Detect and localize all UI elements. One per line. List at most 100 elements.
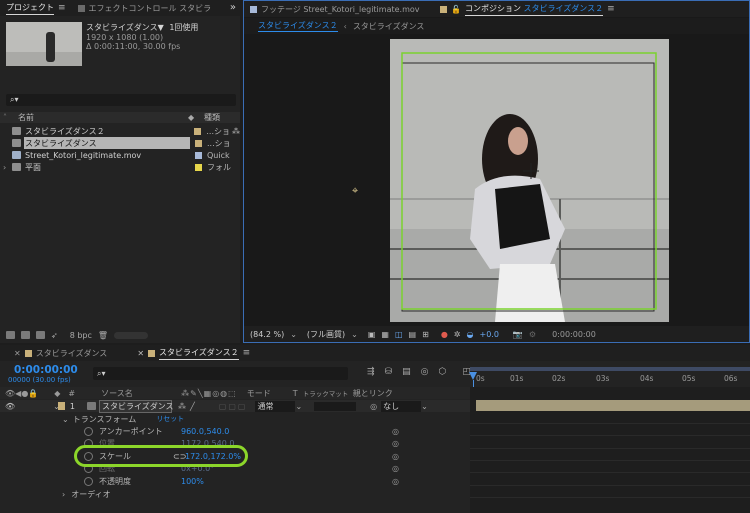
- column-name-header[interactable]: 名前: [18, 112, 188, 123]
- expand-arrow-icon[interactable]: ⌄: [62, 415, 69, 424]
- zoom-dropdown[interactable]: (84.2 %): [250, 330, 284, 339]
- chevron-down-icon[interactable]: ⌄: [351, 330, 358, 339]
- mask-visibility-icon[interactable]: ◫: [395, 330, 403, 339]
- close-icon[interactable]: ✕: [137, 349, 144, 358]
- composition-canvas[interactable]: [390, 39, 669, 322]
- trash-icon[interactable]: 🗑: [98, 331, 108, 340]
- frame-blending-icon[interactable]: ▤: [402, 367, 411, 377]
- panel-menu-icon[interactable]: ≡: [243, 348, 251, 358]
- pickwhip-icon[interactable]: ◎: [392, 427, 399, 436]
- breadcrumb-parent[interactable]: スタビライズダンス: [353, 21, 425, 32]
- trackmatte-dropdown[interactable]: [314, 401, 357, 411]
- column-type-header[interactable]: 種類: [204, 112, 220, 123]
- transparency-grid-icon[interactable]: ▦: [381, 330, 389, 339]
- transform-group-row[interactable]: ⌄ トランスフォーム リセット: [0, 413, 470, 425]
- video-switch-icon[interactable]: 👁: [5, 389, 15, 398]
- draft-3d-icon[interactable]: ⇶: [367, 367, 375, 377]
- layer-row[interactable]: 👁 ⌄ 1 スタビライズダンス ⁂ ╱ ▢▢▢ 通常 ⌄ ◎ なし ⌄: [0, 399, 470, 413]
- column-t-header[interactable]: T: [293, 389, 303, 398]
- tab-project[interactable]: プロジェクト ≡: [0, 0, 72, 16]
- interpret-footage-icon[interactable]: [6, 331, 15, 339]
- property-row-anchor[interactable]: アンカーポイント 960.0,540.0 ◎: [0, 425, 470, 437]
- column-parent-header[interactable]: 親とリンク: [353, 388, 393, 399]
- sort-icon[interactable]: ˄: [0, 113, 10, 122]
- anchor-point-icon[interactable]: ⌖: [352, 184, 358, 198]
- guides-icon[interactable]: ▤: [409, 330, 417, 339]
- video-toggle-icon[interactable]: 👁: [5, 402, 15, 411]
- chevron-down-icon[interactable]: ⌄: [295, 402, 302, 411]
- track-area[interactable]: [470, 387, 750, 513]
- list-item[interactable]: Street_Kotori_legitimate.mov Quick: [0, 149, 240, 161]
- layer-name[interactable]: スタビライズダンス: [98, 399, 174, 413]
- region-of-interest-icon[interactable]: ▣: [368, 330, 376, 339]
- expand-arrow-icon[interactable]: ›: [62, 490, 65, 499]
- time-ruler[interactable]: 0s 01s 02s 03s 04s 05s 06s: [470, 367, 750, 385]
- viewer-timecode[interactable]: 0:00:00:00: [552, 330, 596, 339]
- lock-icon[interactable]: 🔓: [451, 5, 461, 14]
- pickwhip-icon[interactable]: ◎: [392, 452, 399, 461]
- column-number-header[interactable]: #: [68, 389, 75, 398]
- breadcrumb-current[interactable]: スタビライズダンス２: [258, 20, 338, 32]
- more-tabs-icon[interactable]: »: [230, 2, 236, 13]
- stopwatch-icon[interactable]: [84, 476, 93, 486]
- tab-comp-1[interactable]: ✕ スタビライズダンス: [0, 345, 113, 361]
- chevron-down-icon[interactable]: ⌄: [290, 330, 297, 339]
- graph-editor-icon[interactable]: ⬡: [438, 367, 446, 377]
- pickwhip-icon[interactable]: ◎: [370, 402, 377, 411]
- new-composition-icon[interactable]: [36, 331, 45, 339]
- parent-dropdown[interactable]: なし: [381, 400, 422, 412]
- audio-group-row[interactable]: › オーディオ: [0, 488, 470, 500]
- list-item[interactable]: スタビライズダンス ...ショ: [0, 137, 240, 149]
- playhead-icon[interactable]: [469, 372, 477, 380]
- label-icon[interactable]: ◆: [188, 113, 198, 122]
- panel-menu-icon[interactable]: ≡: [58, 3, 66, 13]
- thumbnail-slider[interactable]: [114, 331, 149, 339]
- property-value[interactable]: 960.0,540.0: [181, 427, 229, 436]
- tab-comp-2[interactable]: ✕ スタビライズダンス２ ≡: [131, 345, 256, 361]
- work-area-bar[interactable]: [470, 367, 750, 371]
- label-swatch[interactable]: [194, 127, 202, 135]
- channel-icon[interactable]: ●: [441, 330, 448, 339]
- tab-effect-controls[interactable]: エフェクトコントロール スタビラ: [72, 0, 218, 16]
- expand-arrow-icon[interactable]: ›: [3, 163, 12, 172]
- switch-boxes[interactable]: ▢▢▢: [219, 402, 248, 411]
- layer-duration-bar[interactable]: [476, 400, 750, 411]
- new-folder-icon[interactable]: [21, 331, 30, 339]
- reset-button[interactable]: リセット: [156, 414, 184, 424]
- quality-switch-icon[interactable]: ╱: [190, 402, 195, 411]
- label-swatch[interactable]: [195, 139, 202, 147]
- solo-switch-icon[interactable]: ●: [21, 389, 28, 398]
- flowchart-icon[interactable]: ➶: [51, 331, 58, 340]
- column-mode-header[interactable]: モード: [247, 388, 293, 399]
- shy-icon[interactable]: ⛁: [385, 367, 393, 377]
- stopwatch-icon[interactable]: [84, 426, 93, 436]
- bpc-button[interactable]: 8 bpc: [70, 331, 92, 340]
- list-item[interactable]: スタビライズダンス２ ...ショ ⁂: [0, 125, 240, 137]
- grid-icon[interactable]: ⊞: [422, 330, 429, 339]
- collapse-switch-icon[interactable]: ⁂: [178, 402, 186, 411]
- label-header-icon[interactable]: ◆: [54, 389, 60, 398]
- flowchart-icon[interactable]: ⁂: [232, 127, 240, 136]
- property-value[interactable]: 100%: [181, 477, 204, 486]
- timeline-search-input[interactable]: ⌕▾: [93, 367, 348, 380]
- property-row-opacity[interactable]: 不透明度 100% ◎: [0, 475, 470, 487]
- label-swatch[interactable]: [58, 402, 65, 410]
- panel-menu-icon[interactable]: ≡: [607, 4, 615, 14]
- lock-switch-icon[interactable]: 🔒: [28, 389, 38, 398]
- snapshot-icon[interactable]: 📷: [513, 330, 523, 339]
- chevron-down-icon[interactable]: ⌄: [421, 402, 428, 411]
- label-swatch[interactable]: [195, 163, 202, 171]
- switches-header-icons[interactable]: ⁂✎╲▦◎◍⬚: [181, 389, 237, 398]
- pickwhip-icon[interactable]: ◎: [392, 464, 399, 473]
- column-trackmatte-header[interactable]: トラックマット: [303, 388, 353, 398]
- tab-footage[interactable]: フッテージ Street_Kotori_legitimate.mov: [244, 1, 434, 17]
- tab-composition[interactable]: 🔓 コンポジション スタビライズダンス２ ≡: [434, 1, 621, 17]
- list-item[interactable]: › 平面 フォル: [0, 161, 240, 173]
- current-time-display[interactable]: 0:00:00:00: [14, 364, 78, 376]
- pickwhip-icon[interactable]: ◎: [392, 477, 399, 486]
- label-swatch[interactable]: [195, 151, 202, 159]
- project-search-input[interactable]: ⌕▾: [6, 94, 236, 106]
- close-icon[interactable]: ✕: [14, 349, 21, 358]
- mode-dropdown[interactable]: 通常: [255, 400, 296, 412]
- exposure-icon[interactable]: ◒: [467, 330, 474, 339]
